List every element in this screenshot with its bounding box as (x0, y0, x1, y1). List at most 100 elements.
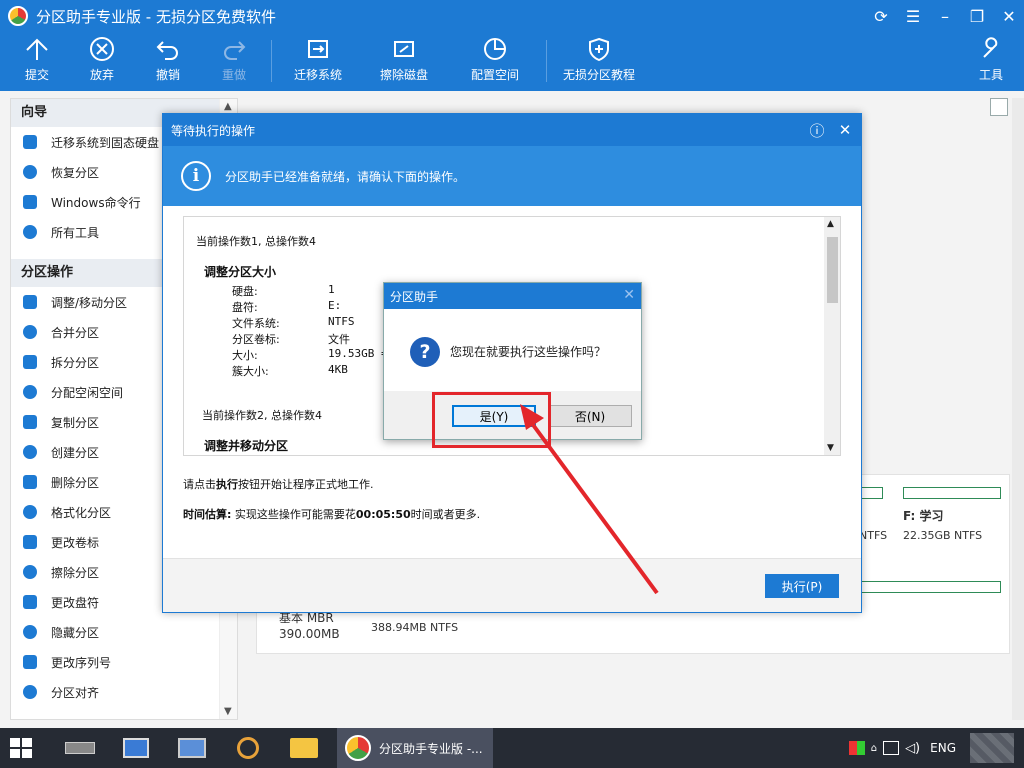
tools-button[interactable]: 工具 (958, 36, 1024, 83)
copy-icon (23, 415, 37, 429)
disk-partition-info: 388.94MB NTFS (371, 621, 459, 634)
window-controls: ⟳ ☰ – ❐ ✕ (864, 0, 1024, 32)
time-label: 时间估算: (183, 508, 232, 521)
scroll-up-icon[interactable]: ▲ (827, 219, 834, 229)
clock-blurred[interactable] (970, 733, 1014, 763)
op1-field-value: 4KB (328, 363, 348, 376)
sidebar-item-label: 删除分区 (51, 475, 100, 490)
sidebar-item-label: 拆分分区 (51, 355, 100, 370)
sidebar-item-label: 更改卷标 (51, 535, 100, 550)
op1-title: 调整分区大小 (204, 265, 277, 279)
sidebar-item-label: 更改盘符 (51, 595, 100, 610)
help-icon[interactable]: ⓘ (807, 120, 827, 140)
operations-scrollbar[interactable]: ▲ ▼ (824, 217, 840, 455)
minimize-icon[interactable]: – (930, 0, 960, 32)
monitor-icon[interactable] (883, 741, 900, 755)
redo-icon (224, 41, 246, 60)
sidebar-item-label: 更改序列号 (51, 655, 112, 670)
sidebar-item-label: 调整/移动分区 (51, 295, 128, 310)
restore-icon[interactable]: ❐ (962, 0, 992, 32)
app-logo-icon (8, 6, 28, 26)
discard-icon (90, 37, 114, 61)
taskbar-active-app[interactable]: 分区助手专业版 -... (337, 728, 493, 768)
commit-button[interactable]: 提交 (2, 36, 72, 83)
sidebar-item-label: 所有工具 (51, 225, 100, 240)
redo-label: 重做 (221, 68, 246, 82)
wipe-disk-button[interactable]: 擦除磁盘 (369, 36, 439, 83)
ram-app-icon[interactable] (60, 732, 100, 764)
main-scrollbar[interactable] (1012, 98, 1024, 720)
op1-field-value: 1 (328, 283, 335, 296)
migrate-system-button[interactable]: 迁移系统 (283, 36, 353, 83)
system-tray: ⌂ ◁) ENG (843, 728, 1014, 768)
sidebar-item-label: 复制分区 (51, 415, 100, 430)
menu-icon[interactable]: ☰ (898, 0, 928, 32)
note-bold: 执行 (216, 478, 238, 491)
letter-icon (23, 595, 37, 609)
commit-icon (26, 38, 48, 60)
discard-button[interactable]: 放弃 (67, 36, 137, 83)
partition-info: NTFS (859, 529, 888, 542)
refresh-icon[interactable]: ⟳ (866, 0, 896, 32)
sidebar-item-label: 擦除分区 (51, 565, 100, 580)
tutorial-button[interactable]: 无损分区教程 (558, 36, 640, 83)
partition-name[interactable]: F: 学习 (903, 507, 944, 524)
op2-header: 当前操作数2, 总操作数4 (202, 409, 322, 422)
sidebar-item-op-13[interactable]: 分区对齐 (11, 677, 237, 707)
view-toggle-icon[interactable] (990, 98, 1008, 116)
language-indicator[interactable]: ENG (930, 741, 956, 755)
format-icon (23, 505, 37, 519)
partition-bar (903, 487, 1001, 499)
scroll-down-icon[interactable]: ▼ (224, 706, 232, 717)
folder-icon[interactable] (284, 732, 324, 764)
align-icon (23, 685, 37, 699)
toolbar-divider (546, 40, 547, 82)
sidebar-item-label: 分区对齐 (51, 685, 100, 700)
op1-field-value: NTFS (328, 315, 355, 328)
sidebar-item-op-12[interactable]: 更改序列号 (11, 647, 237, 677)
note-prefix: 请点击 (183, 478, 216, 491)
resize-icon (23, 295, 37, 309)
tray-app-icon[interactable] (848, 741, 865, 755)
question-icon: ? (410, 337, 440, 367)
sidebar-item-label: 格式化分区 (51, 505, 112, 520)
commit-label: 提交 (24, 68, 49, 82)
undo-icon (156, 41, 178, 60)
tutorial-label: 无损分区教程 (562, 68, 635, 82)
no-button[interactable]: 否(N) (548, 405, 632, 427)
dialog-title: 等待执行的操作 (171, 123, 256, 138)
op1-field-key: 硬盘: (232, 285, 258, 298)
scroll-up-icon[interactable]: ▲ (224, 101, 232, 112)
dialog-title-bar: 等待执行的操作 ⓘ ✕ (163, 114, 861, 146)
grid-icon (23, 225, 37, 239)
wipe-disk-icon (394, 41, 414, 57)
info-banner: i 分区助手已经准备就绪，请确认下面的操作。 (163, 146, 861, 206)
tray-expand-icon[interactable]: ⌂ (871, 743, 877, 754)
dialog-close-icon[interactable]: ✕ (835, 120, 855, 140)
sidebar-item-op-11[interactable]: 隐藏分区 (11, 617, 237, 647)
computer-app-icon[interactable] (116, 732, 156, 764)
execute-note: 请点击执行按钮开始让程序正式地工作. (183, 476, 374, 492)
close-icon[interactable]: ✕ (994, 0, 1024, 32)
execute-button[interactable]: 执行(P) (765, 574, 839, 598)
wrench-icon (983, 37, 998, 58)
search-app-icon[interactable] (228, 732, 268, 764)
pie-icon (484, 38, 506, 60)
redo-button[interactable]: 重做 (199, 36, 269, 83)
banner-text: 分区助手已经准备就绪，请确认下面的操作。 (225, 169, 466, 184)
windows-start-icon[interactable] (10, 738, 32, 758)
toolbar-divider (271, 40, 272, 82)
create-icon (23, 445, 37, 459)
note-suffix: 按钮开始让程序正式地工作. (238, 478, 374, 491)
undo-label: 撤销 (155, 68, 180, 82)
undo-button[interactable]: 撤销 (133, 36, 203, 83)
time-prefix: 实现这些操作可能需要花 (231, 508, 356, 521)
disk-size: 390.00MB (279, 627, 340, 641)
allocate-space-button[interactable]: 配置空间 (460, 36, 530, 83)
scroll-down-icon[interactable]: ▼ (827, 443, 834, 453)
confirm-close-icon[interactable]: ✕ (623, 287, 635, 303)
network-app-icon[interactable] (172, 732, 212, 764)
volume-icon[interactable]: ◁) (905, 741, 920, 756)
scroll-thumb[interactable] (827, 237, 838, 303)
recover-icon (23, 165, 37, 179)
